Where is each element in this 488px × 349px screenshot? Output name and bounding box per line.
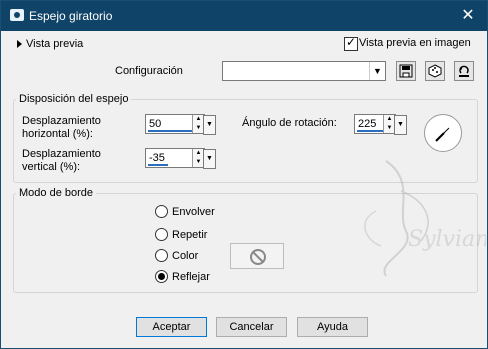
save-preset-button[interactable] [396, 61, 416, 81]
rotation-needle-icon [435, 127, 450, 142]
preview-toggle[interactable]: Vista previa [17, 38, 83, 50]
rotation-slider-icon[interactable]: ▼ [394, 115, 407, 135]
radio-reflect[interactable]: Reflejar [155, 270, 210, 283]
cancel-button[interactable]: Cancelar [216, 317, 287, 337]
dialog-window: Espejo giratorio ✕ Vista previa ✓ Vista … [0, 0, 488, 349]
rotation-label: Ángulo de rotación: [242, 117, 337, 129]
radio-color[interactable]: Color [155, 249, 198, 262]
border-mode-group: Modo de borde [13, 187, 478, 293]
rotation-input[interactable]: 225 ▲ ▼ ▼ [354, 114, 407, 135]
rotation-dial[interactable] [424, 114, 462, 152]
reset-icon [459, 65, 469, 77]
h-offset-label-line1: Desplazamiento [22, 115, 101, 127]
randomize-button[interactable] [425, 61, 445, 81]
radio-reflect-circle[interactable] [155, 270, 168, 283]
window-title: Espejo giratorio [29, 9, 113, 23]
v-offset-slider-bar[interactable] [148, 164, 168, 166]
border-mode-title: Modo de borde [19, 187, 93, 199]
v-offset-input[interactable]: -35 ▲ ▼ ▼ [145, 148, 216, 169]
radio-color-label: Color [172, 249, 199, 262]
config-label: Configuración [115, 65, 183, 77]
v-offset-value: -35 [149, 152, 165, 164]
radio-wrap-circle[interactable] [155, 205, 168, 218]
radio-repeat-circle[interactable] [155, 228, 168, 241]
help-button[interactable]: Ayuda [297, 317, 368, 337]
save-icon [399, 64, 413, 78]
no-color-icon [250, 249, 266, 265]
radio-reflect-label: Reflejar [172, 270, 210, 283]
v-offset-label-line1: Desplazamiento [22, 148, 101, 160]
v-offset-label-line2: vertical (%): [22, 161, 81, 173]
preview-in-image-label: Vista previa en imagen [359, 37, 471, 49]
config-dropdown[interactable]: ▼ [222, 61, 386, 81]
mirror-layout-title: Disposición del espejo [19, 93, 129, 105]
h-offset-label-line2: horizontal (%): [22, 128, 93, 140]
close-icon[interactable]: ✕ [457, 5, 479, 27]
reset-button[interactable] [454, 61, 474, 81]
radio-wrap[interactable]: Envolver [155, 205, 215, 218]
radio-repeat-label: Repetir [172, 228, 208, 241]
h-offset-input[interactable]: 50 ▲ ▼ ▼ [145, 114, 216, 135]
dice-icon [428, 64, 442, 78]
color-swatch[interactable] [230, 243, 284, 269]
preview-in-image-checkbox[interactable]: ✓ [344, 35, 358, 51]
radio-color-circle[interactable] [155, 249, 168, 262]
h-offset-slider-bar[interactable] [148, 130, 198, 132]
checkmark-icon: ✓ [346, 35, 357, 49]
rotation-value: 225 [358, 118, 377, 130]
title-bar[interactable]: Espejo giratorio ✕ [1, 1, 487, 31]
camera-icon [10, 9, 24, 21]
chevron-down-icon[interactable]: ▼ [369, 62, 385, 80]
expand-triangle-icon [17, 40, 22, 48]
h-offset-value: 50 [149, 118, 162, 130]
v-offset-slider-icon[interactable]: ▼ [203, 149, 216, 169]
radio-wrap-label: Envolver [172, 205, 215, 218]
radio-repeat[interactable]: Repetir [155, 228, 207, 241]
h-offset-slider-icon[interactable]: ▼ [203, 115, 216, 135]
preview-toggle-label: Vista previa [26, 38, 84, 50]
ok-button[interactable]: Aceptar [136, 317, 207, 337]
